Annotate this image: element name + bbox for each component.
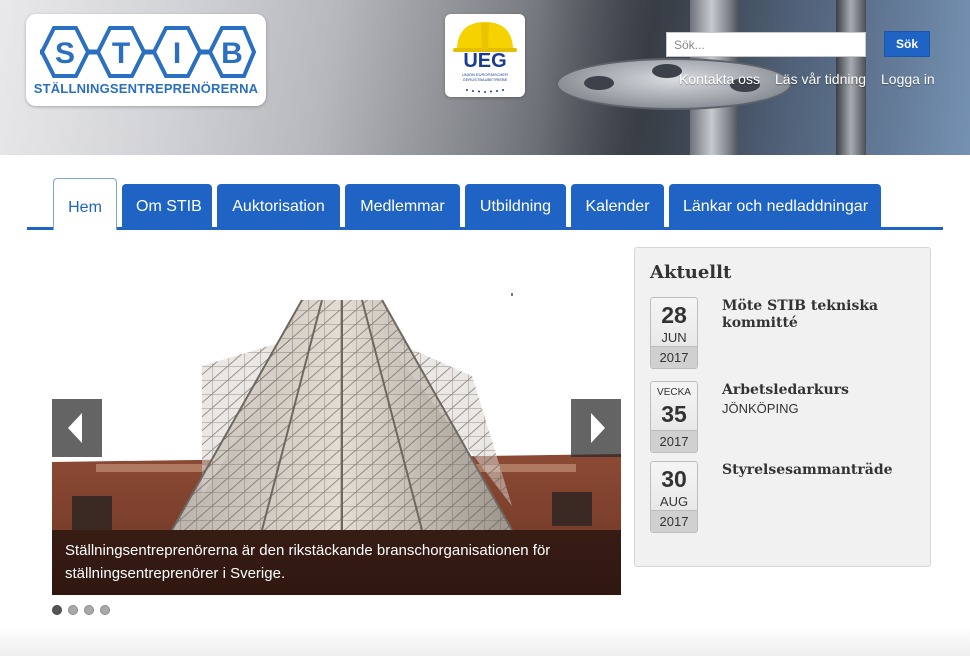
footer-shade [0, 626, 970, 656]
logo-letter: I [173, 37, 181, 70]
date-week-label: VECKA [657, 387, 691, 398]
ueg-logo[interactable]: UEG UNION EUROPÄISCHER GERÜSTBAUBETRIEBE [445, 14, 525, 97]
ueg-logo-subtext: UNION EUROPÄISCHER GERÜSTBAUBETRIEBE [461, 72, 508, 82]
event-title[interactable]: Styrelsesammanträde [722, 462, 922, 479]
tab-utbildning[interactable]: Utbildning [465, 184, 566, 229]
ueg-logo-text: UEG [463, 50, 507, 72]
logo-tagline: STÄLLNINGSENTREPRENÖRERNA [33, 81, 259, 96]
stib-logo[interactable]: S T I B STÄLLNINGSENTREPRENÖRERNA [26, 14, 266, 106]
contact-link[interactable]: Kontakta oss [679, 71, 760, 87]
tab-medlemmar[interactable]: Medlemmar [345, 184, 460, 229]
date-year: 2017 [651, 346, 697, 368]
event-title[interactable]: Arbetsledarkurs [722, 382, 922, 399]
date-month: AUG [659, 494, 689, 509]
tab-hem[interactable]: Hem [53, 178, 117, 230]
tab-om-stib[interactable]: Om STIB [122, 184, 212, 229]
date-day: 28 [661, 302, 687, 328]
news-heading: Aktuellt [650, 262, 732, 283]
date-month: JUN [661, 330, 687, 345]
slider-dot[interactable] [52, 605, 62, 615]
tab-auktorisation[interactable]: Auktorisation [217, 184, 340, 229]
logo-letter: T [112, 37, 130, 70]
tab-lankar[interactable]: Länkar och nedladdningar [669, 184, 881, 229]
event-location: JÖNKÖPING [722, 401, 799, 416]
search-button[interactable]: Sök [884, 31, 930, 57]
date-day: 30 [661, 466, 687, 492]
slider-dot[interactable] [68, 605, 78, 615]
slider-dot[interactable] [100, 605, 110, 615]
event-title[interactable]: Möte STIB tekniska kommitté [722, 298, 922, 332]
logo-letter: B [221, 37, 243, 70]
stib-logo-mark: S T I B [39, 26, 256, 78]
date-badge: 28 JUN 2017 [650, 297, 698, 369]
search-input[interactable] [666, 32, 866, 57]
slider-next-button[interactable] [571, 399, 621, 457]
hero-slider[interactable]: Ställningsentreprenörerna är den rikstäc… [52, 296, 621, 595]
chevron-left-icon [68, 413, 82, 443]
tab-kalender[interactable]: Kalender [571, 184, 664, 229]
magazine-link[interactable]: Läs vår tidning [775, 71, 866, 87]
date-year: 2017 [651, 430, 697, 452]
slider-prev-button[interactable] [52, 399, 102, 457]
slide-caption: Ställningsentreprenörerna är den rikstäc… [52, 530, 621, 595]
date-badge: 30 AUG 2017 [650, 461, 698, 533]
date-week: 35 [661, 401, 687, 427]
logo-letter: S [55, 37, 75, 70]
date-badge: VECKA 35 2017 [650, 381, 698, 453]
login-link[interactable]: Logga in [881, 71, 935, 87]
chevron-right-icon [591, 413, 605, 443]
date-year: 2017 [651, 510, 697, 532]
slider-dot[interactable] [84, 605, 94, 615]
